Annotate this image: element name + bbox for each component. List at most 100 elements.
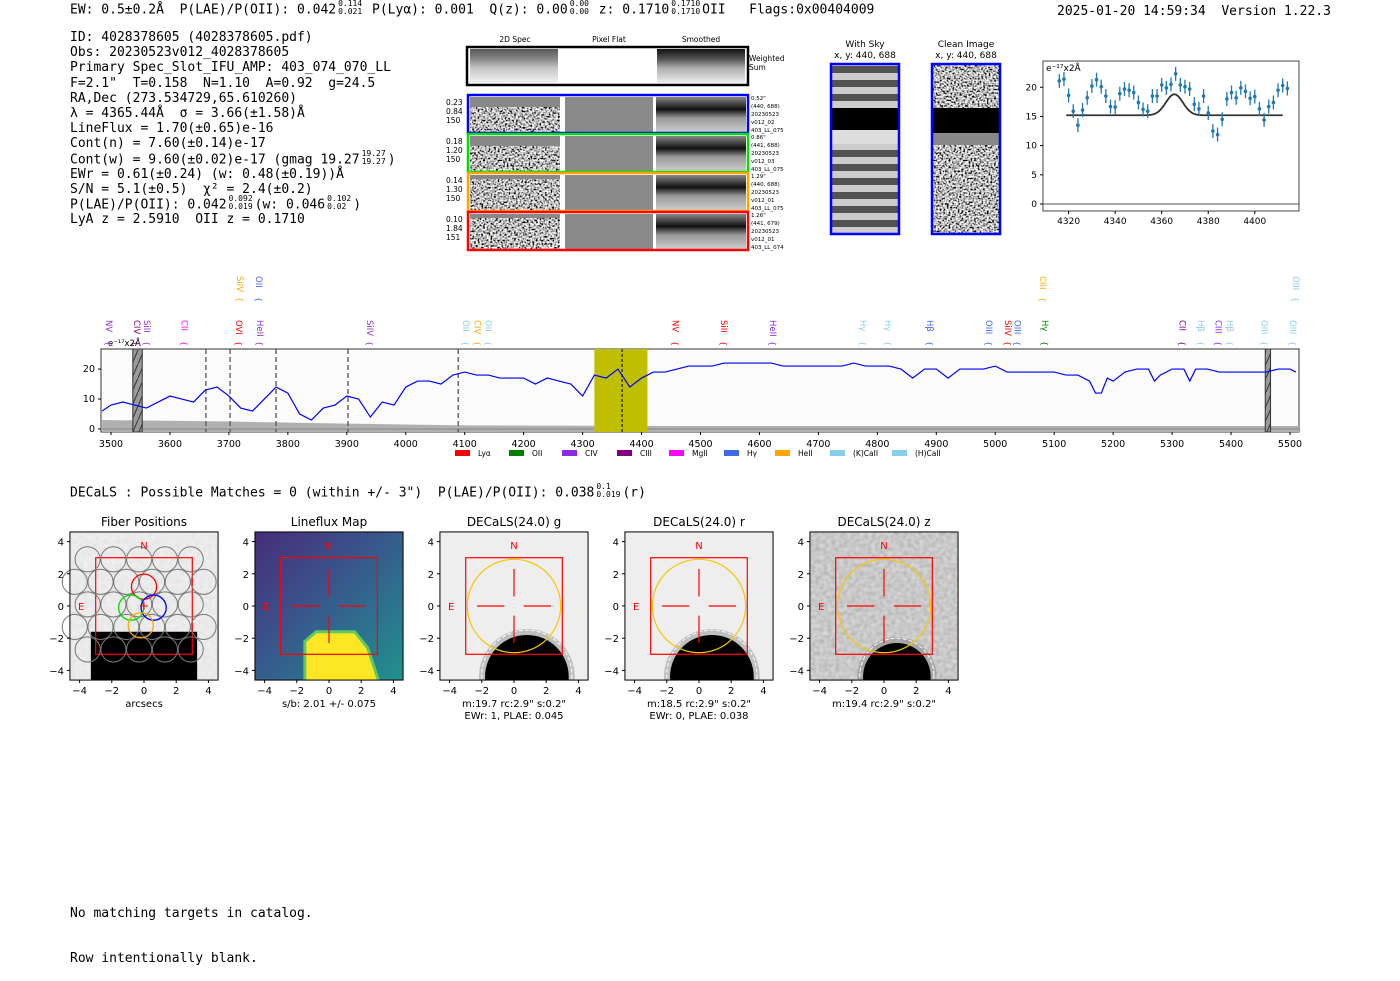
x-tick-label: 2 xyxy=(913,686,919,697)
sky-stripe xyxy=(831,178,899,185)
fiber-smoothed xyxy=(656,97,746,132)
text-segment: OII Flags:0x00404009 xyxy=(702,2,875,18)
y-tick-label: 10 xyxy=(1026,142,1038,152)
info-line: Cont(n) = 7.60(±0.14)e-17 xyxy=(70,136,396,151)
text-segment: Cont(w) = 9.60(±0.02)e-17 (gmag 19.27 xyxy=(70,152,360,167)
x-tick-label: −2 xyxy=(104,686,119,697)
cutout-fiber: N E −4 −4 −2 −2 0 0 2 2 4 4 Fiber Positions arcsecs xyxy=(49,515,219,710)
line-fit-plot: 4320 4340 4360 4380 440005101520e⁻¹⁷x2Å xyxy=(1026,60,1300,227)
fiber-row-meta: 20230523 xyxy=(751,151,779,157)
fiber-row-stat: 151 xyxy=(446,233,461,242)
line-bracket-icon: { xyxy=(1038,297,1047,302)
clean-noise xyxy=(932,64,1000,234)
x-tick-label: 4 xyxy=(945,686,951,697)
line-bracket-icon: { xyxy=(671,341,680,346)
weighted-sum-label: Weighted xyxy=(749,54,785,63)
y-tick-label: −2 xyxy=(49,634,64,645)
column-title: 2D Spec xyxy=(499,35,530,44)
sky-dark-band xyxy=(831,108,899,130)
fiber-row-stat: 150 xyxy=(446,194,461,203)
text-segment: Primary Spec_Slot_IFU_AMP: 403_074_070_L… xyxy=(70,60,391,76)
cutout-caption: EWr: 0, PLAE: 0.038 xyxy=(649,711,748,722)
line-label: SiIV xyxy=(364,320,374,336)
info-line: Cont(w) = 9.60(±0.02)e-17 (gmag 19.27 19.… xyxy=(70,149,396,167)
x-tick-label: 4360 xyxy=(1150,217,1173,227)
data-point xyxy=(1262,118,1266,122)
x-tick-label: 4320 xyxy=(1057,217,1080,227)
line-bracket-icon: { xyxy=(1178,341,1187,346)
cutout-panels: N E −4 −4 −2 −2 0 0 2 2 4 4 Fiber Positions arcsecs N E… xyxy=(49,515,959,722)
data-point xyxy=(1257,107,1262,111)
fiber-row-meta: 403_LL_075 xyxy=(751,206,784,212)
line-bracket-icon: { xyxy=(984,341,993,346)
detection-info: ID: 4028378605 (4028378605.pdf) Obs: 2023… xyxy=(70,30,396,227)
data-point xyxy=(1085,95,1090,100)
data-point xyxy=(1071,109,1076,113)
sky-stripe xyxy=(831,164,899,171)
info-line: RA,Dec (273.534729,65.610260) xyxy=(70,91,396,106)
info-line: P(LAE)/P(OII): 0.042 0.092 0.019 (w: 0.046 0… xyxy=(70,195,396,213)
data-point xyxy=(1276,88,1280,92)
fiber-row-meta: (440, 688) xyxy=(751,182,780,188)
text-segment: P(Lyα): 0.001 Q(z): 0.00 xyxy=(364,2,568,18)
masked-region xyxy=(132,348,143,433)
x-tick-label: 4 xyxy=(575,686,581,697)
column-title: Smoothed xyxy=(682,35,721,44)
x-tick-label: 5100 xyxy=(1042,439,1066,450)
sky-stripe xyxy=(831,206,899,213)
line-bracket-icon: { xyxy=(254,297,263,302)
line-label: CIII xyxy=(1037,276,1047,289)
cutout-decals: N E −4 −4 −2 −2 0 0 2 2 4 4 DECaLS(24.0) r m:18.5 rc:… xyxy=(604,515,774,722)
x-tick-label: −2 xyxy=(474,686,489,697)
legend-label: OII xyxy=(532,449,542,458)
line-label: HeII xyxy=(254,320,264,337)
error-bounds: 0.1 0.019 xyxy=(596,483,620,499)
fiber-smoothed xyxy=(656,136,746,171)
y-tick-label: 5 xyxy=(1031,171,1037,181)
x-tick-label: 5400 xyxy=(1219,439,1243,450)
legend-label: (K)CaII xyxy=(853,449,878,458)
sky-stripe xyxy=(831,66,899,73)
legend-swatch xyxy=(617,450,632,456)
y-tick-label: −4 xyxy=(419,666,434,677)
north-label: N xyxy=(510,541,517,552)
data-point xyxy=(1229,90,1234,95)
fiber-row-stat: 0.10 xyxy=(446,215,463,224)
x-tick-label: 0 xyxy=(881,686,887,697)
sky-stripe xyxy=(831,192,899,199)
data-point xyxy=(1094,77,1099,82)
text-segment: DECaLS : Possible Matches = 0 (within +/… xyxy=(70,485,595,501)
line-label: Hγ xyxy=(882,320,892,331)
lower-bound: 0.019 xyxy=(228,202,253,212)
x-tick-label: 4400 xyxy=(1243,217,1266,227)
y-tick-label: 2 xyxy=(613,570,619,581)
cutout-title: Fiber Positions xyxy=(101,515,187,529)
data-point xyxy=(1113,105,1117,109)
fiber-row-stat: 150 xyxy=(446,116,461,125)
y-tick-label: 0 xyxy=(1031,200,1037,210)
summary-header: EW: 0.5±0.2Å P(LAE)/P(OII): 0.042 0.114 0.… xyxy=(70,0,875,18)
cutout-decals: N E −4 −4 −2 −2 0 0 2 2 4 4 DECaLS(24.0) g m:19.7 rc:… xyxy=(419,515,589,722)
y-tick-label: 10 xyxy=(83,394,95,405)
line-bracket-icon: { xyxy=(1291,297,1300,302)
data-point xyxy=(1076,123,1080,128)
line-label: OIII xyxy=(1287,320,1297,334)
line-label: SiII xyxy=(718,320,728,333)
y-tick-label: −2 xyxy=(604,634,619,645)
line-label: OII xyxy=(482,320,492,332)
fiber-2d-noise xyxy=(470,218,560,249)
data-point xyxy=(1243,89,1248,94)
line-bracket-icon: { xyxy=(1288,341,1297,346)
info-line: EWr = 0.61(±0.24) (w: 0.48(±0.19))Å xyxy=(70,167,396,182)
data-point xyxy=(1206,111,1211,115)
full-spectrum-plot: 3500 3600 3700 3800 3900 4000 4100 4200 4300 4400… xyxy=(83,276,1302,458)
line-label: Hγ xyxy=(1039,320,1049,331)
line-label: CII xyxy=(179,320,189,331)
text-segment: (w: 0.046 xyxy=(254,197,326,213)
lower-bound: 0.1710 xyxy=(671,7,701,16)
cutout-caption: m:18.5 rc:2.9" s:0.2" xyxy=(647,699,751,710)
fiber-row-meta: v012_01 xyxy=(751,198,775,204)
info-line: Obs: 20230523v012_4028378605 xyxy=(70,45,396,60)
text-segment: Obs: 20230523v012_4028378605 xyxy=(70,45,290,61)
line-bracket-icon: { xyxy=(132,341,141,346)
